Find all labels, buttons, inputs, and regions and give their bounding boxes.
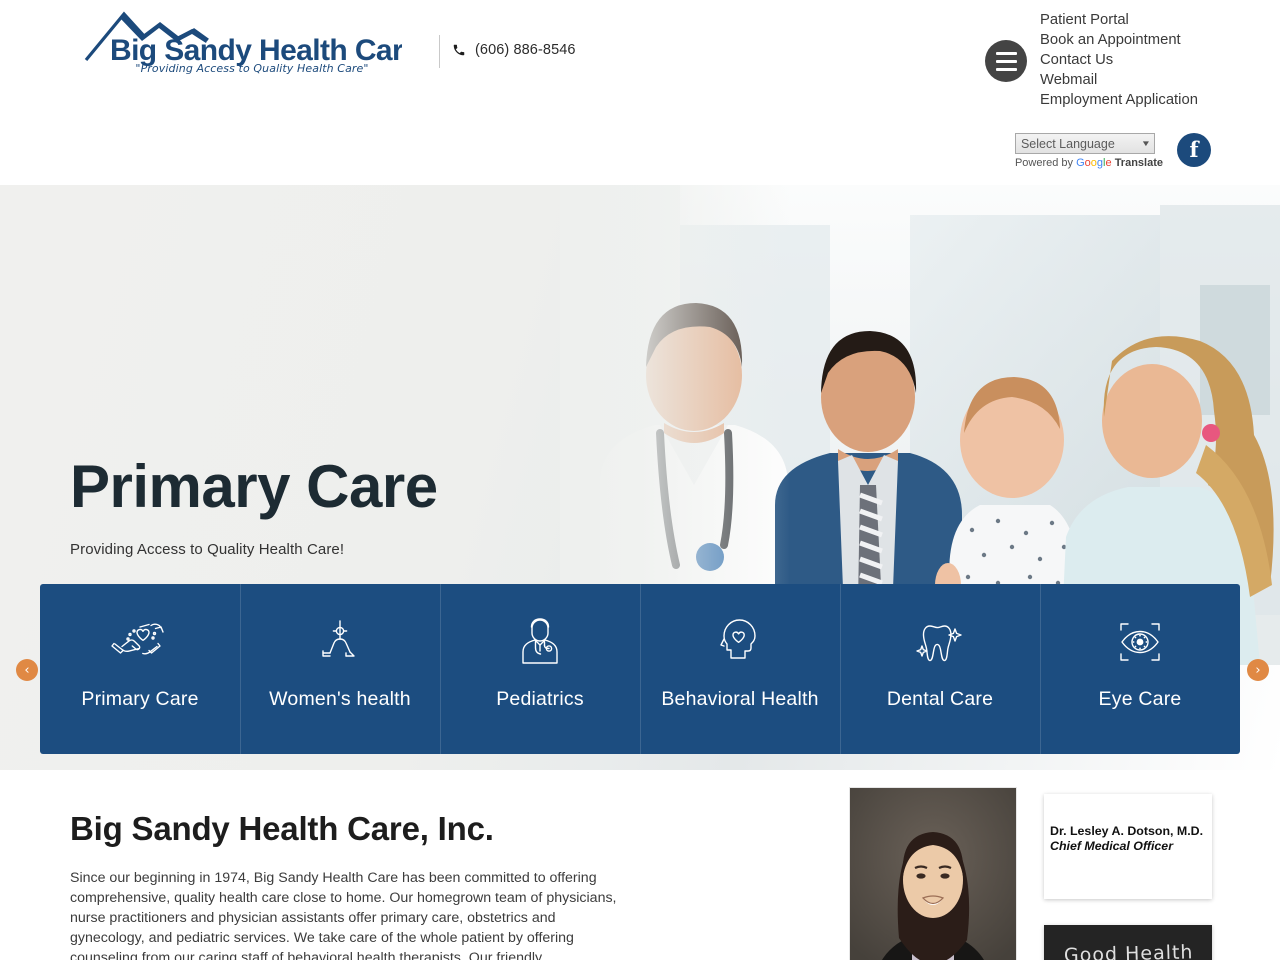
tooth-icon <box>915 616 965 668</box>
hero-subtitle: Providing Access to Quality Health Care! <box>70 541 345 558</box>
page-root: Big Sandy Health Care, Inc. "Providing A… <box>0 0 1280 960</box>
service-item-eye-care[interactable]: Eye Care <box>1040 584 1240 754</box>
doctor-stethoscope-icon <box>516 616 564 668</box>
service-label: Pediatrics <box>496 688 584 710</box>
doctor-title: Chief Medical Officer <box>1050 839 1174 853</box>
hamburger-bar <box>995 51 1017 55</box>
service-item-dental-care[interactable]: Dental Care <box>840 584 1040 754</box>
doctor-portrait-illustration <box>850 788 1016 960</box>
powered-by-google-translate: Powered by Google Translate <box>1014 157 1163 169</box>
translate-word: Translate <box>1114 157 1163 169</box>
doctor-info-card: Dr. Lesley A. Dotson, M.D. Chief Medical… <box>1044 794 1212 899</box>
page-title: Big Sandy Health Care, Inc. <box>70 810 494 847</box>
service-label: Primary Care <box>81 688 199 710</box>
nav-item-patient-portal[interactable]: Patient Portal <box>1040 10 1198 30</box>
hamburger-menu-icon[interactable] <box>985 40 1027 82</box>
doctor-portrait-photo <box>850 788 1016 960</box>
language-select-value: Select Language <box>1020 136 1115 151</box>
hands-heart-icon <box>111 616 169 668</box>
service-label: Women's health <box>269 688 411 710</box>
head-heart-icon <box>718 616 762 668</box>
nav-item-book-an-appointment[interactable]: Book an Appointment <box>1040 30 1198 50</box>
language-select[interactable]: Select Language ▼ <box>1014 133 1155 154</box>
translate-and-social: Select Language ▼ Powered by Google Tran… <box>1014 133 1211 169</box>
hamburger-bar <box>995 67 1017 71</box>
facebook-icon[interactable]: f <box>1177 133 1211 167</box>
service-label: Behavioral Health <box>661 688 819 710</box>
google-translate-widget: Select Language ▼ Powered by Google Tran… <box>1014 133 1163 169</box>
powered-by-text: Powered by <box>1014 157 1077 169</box>
doctor-name: Dr. Lesley A. Dotson, M.D. <box>1050 824 1204 838</box>
service-item-primary-care[interactable]: Primary Care <box>40 584 240 754</box>
eye-scan-icon <box>1112 616 1168 668</box>
header-phone[interactable]: (606) 886-8546 <box>452 42 576 58</box>
logo-mark-icon: Big Sandy Health Care, Inc. <box>84 11 402 66</box>
phone-icon <box>452 43 466 57</box>
chevron-right-icon[interactable]: › <box>1247 659 1269 681</box>
nav-item-employment-application[interactable]: Employment Application <box>1040 90 1198 110</box>
about-paragraph: Since our beginning in 1974, Big Sandy H… <box>70 870 617 960</box>
yoga-pose-icon <box>317 616 363 668</box>
service-item-pediatrics[interactable]: Pediatrics <box>440 584 640 754</box>
chalkboard-text: Good Health <box>1063 941 1194 960</box>
nav-item-webmail[interactable]: Webmail <box>1040 70 1198 90</box>
site-logo[interactable]: Big Sandy Health Care, Inc. "Providing A… <box>82 8 422 75</box>
service-label: Dental Care <box>886 688 994 710</box>
hamburger-bar <box>995 59 1017 63</box>
service-label: Eye Care <box>1098 688 1182 710</box>
service-item-womens-health[interactable]: Women's health <box>240 584 440 754</box>
good-health-chalkboard: Good Health <box>1044 925 1212 960</box>
phone-number: (606) 886-8546 <box>475 42 576 58</box>
service-item-behavioral-health[interactable]: Behavioral Health <box>640 584 840 754</box>
services-bar: Primary Care Women's health Pediatrics B… <box>40 584 1240 754</box>
header-divider <box>439 35 440 68</box>
chevron-left-icon[interactable]: ‹ <box>16 659 38 681</box>
hero-title: Primary Care <box>70 453 438 520</box>
main-content: Big Sandy Health Care, Inc. Since our be… <box>0 770 1280 960</box>
nav-item-contact-us[interactable]: Contact Us <box>1040 50 1198 70</box>
top-navigation: Patient Portal Book an Appointment Conta… <box>1040 10 1198 110</box>
chevron-down-icon: ▼ <box>1140 139 1152 148</box>
site-header: Big Sandy Health Care, Inc. "Providing A… <box>0 0 1280 185</box>
